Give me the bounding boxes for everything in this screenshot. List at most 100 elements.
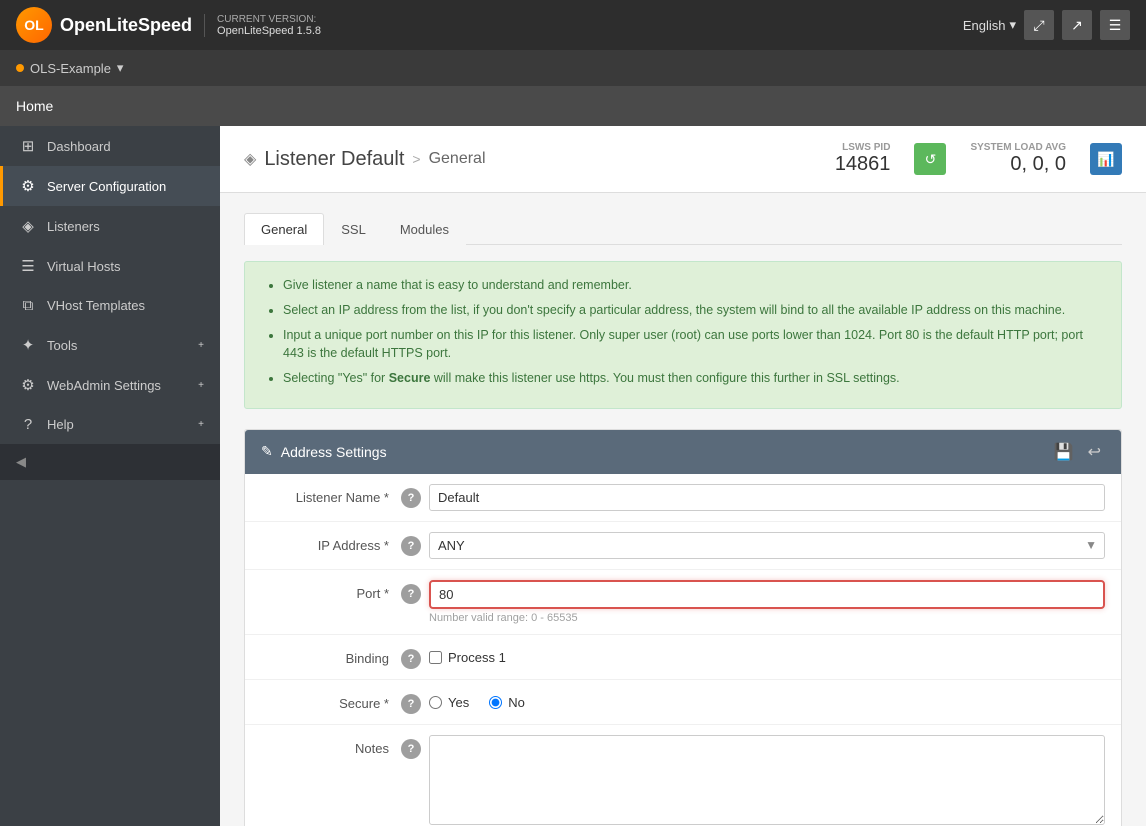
ip-address-row: IP Address * ? ANY ▼: [245, 522, 1121, 570]
help-icon-port[interactable]: ?: [401, 584, 421, 604]
tab-ssl[interactable]: SSL: [324, 213, 383, 245]
listener-name-input[interactable]: [429, 484, 1105, 511]
help-icon-ip-address[interactable]: ?: [401, 536, 421, 556]
secure-no-radio[interactable]: [489, 696, 502, 709]
help-icon-listener-name[interactable]: ?: [401, 488, 421, 508]
content-header: ◈ Listener Default > General LSWS PID 14…: [220, 126, 1146, 193]
listener-name-help: ?: [401, 484, 429, 508]
vhost-templates-icon: ⧉: [19, 297, 37, 314]
notes-label: Notes: [261, 735, 401, 756]
back-button[interactable]: ↩: [1084, 440, 1105, 464]
ip-address-select[interactable]: ANY: [429, 532, 1105, 559]
sidebar-item-vhost-templates[interactable]: ⧉ VHost Templates: [0, 286, 220, 325]
tabs: General SSL Modules: [244, 213, 1122, 245]
port-hint: Number valid range: 0 - 65535: [429, 612, 1105, 624]
binding-checkbox[interactable]: [429, 651, 442, 664]
ip-address-label: IP Address *: [261, 532, 401, 553]
secure-row: Secure * ? Yes No: [245, 680, 1121, 725]
edit-icon: ✎: [261, 443, 273, 460]
instance-bar: OLS-Example ▾: [0, 50, 1146, 86]
layout: ⊞ Dashboard ⚙ Server Configuration ◈ Lis…: [0, 126, 1146, 826]
sidebar: ⊞ Dashboard ⚙ Server Configuration ◈ Lis…: [0, 126, 220, 826]
tools-icon: ✦: [19, 336, 37, 354]
logo-text: OpenLiteSpeed: [60, 15, 192, 36]
instance-dot: [16, 64, 24, 72]
logo-icon: OL: [16, 7, 52, 43]
info-item-1: Give listener a name that is easy to und…: [283, 276, 1103, 295]
version-info: Current Version: OpenLiteSpeed 1.5.8: [204, 14, 321, 37]
binding-control: Process 1: [429, 645, 1105, 665]
secure-control: Yes No: [429, 690, 1105, 710]
restart-button[interactable]: ↺: [914, 143, 946, 175]
sidebar-item-help[interactable]: ? Help +: [0, 405, 220, 444]
sidebar-item-listeners[interactable]: ◈ Listeners: [0, 206, 220, 246]
notes-help: ?: [401, 735, 429, 759]
port-help: ?: [401, 580, 429, 604]
secure-label: Secure *: [261, 690, 401, 711]
listener-name-control: [429, 484, 1105, 511]
ip-address-help: ?: [401, 532, 429, 556]
binding-help: ?: [401, 645, 429, 669]
help-icon-secure[interactable]: ?: [401, 694, 421, 714]
listener-name-label: Listener Name *: [261, 484, 401, 505]
secure-help: ?: [401, 690, 429, 714]
listener-name-row: Listener Name * ?: [245, 474, 1121, 522]
server-config-icon: ⚙: [19, 177, 37, 195]
secure-yes-label[interactable]: Yes: [429, 695, 469, 710]
dashboard-icon: ⊞: [19, 137, 37, 155]
nav-home[interactable]: Home: [16, 98, 53, 114]
topbar: OL OpenLiteSpeed Current Version: OpenLi…: [0, 0, 1146, 50]
secure-radio-group: Yes No: [429, 690, 1105, 710]
system-load-block: SYSTEM LOAD AVG 0, 0, 0: [970, 142, 1066, 176]
sidebar-item-tools[interactable]: ✦ Tools +: [0, 325, 220, 365]
form-section-title: ✎ Address Settings: [261, 443, 387, 460]
navbar: Home: [0, 86, 1146, 126]
binding-checkbox-label[interactable]: Process 1: [429, 645, 1105, 665]
external-link-button[interactable]: ↗: [1062, 10, 1092, 40]
notes-row: Notes ?: [245, 725, 1121, 826]
port-control: Number valid range: 0 - 65535: [429, 580, 1105, 624]
secure-no-label[interactable]: No: [489, 695, 525, 710]
info-box: Give listener a name that is easy to und…: [244, 261, 1122, 409]
port-row: Port * ? Number valid range: 0 - 65535: [245, 570, 1121, 635]
content-body: General SSL Modules Give listener a name…: [220, 193, 1146, 826]
info-item-2: Select an IP address from the list, if y…: [283, 301, 1103, 320]
save-button[interactable]: 💾: [1050, 440, 1078, 464]
sidebar-item-server-configuration[interactable]: ⚙ Server Configuration: [0, 166, 220, 206]
info-item-3: Input a unique port number on this IP fo…: [283, 326, 1103, 364]
form-section-actions: 💾 ↩: [1050, 440, 1105, 464]
chart-button[interactable]: 📊: [1090, 143, 1122, 175]
stats-area: LSWS PID 14861 ↺ SYSTEM LOAD AVG 0, 0, 0…: [835, 142, 1122, 176]
fullscreen-button[interactable]: ⤢: [1024, 10, 1054, 40]
help-icon-notes[interactable]: ?: [401, 739, 421, 759]
port-label: Port *: [261, 580, 401, 601]
sidebar-collapse-btn[interactable]: ◀: [0, 444, 220, 480]
binding-row: Binding ? Process 1: [245, 635, 1121, 680]
ip-address-select-wrap: ANY ▼: [429, 532, 1105, 559]
help-icon-binding[interactable]: ?: [401, 649, 421, 669]
listeners-icon: ◈: [19, 217, 37, 235]
port-input[interactable]: [429, 580, 1105, 609]
topbar-left: OL OpenLiteSpeed Current Version: OpenLi…: [16, 7, 321, 43]
notes-control: [429, 735, 1105, 826]
lsws-pid-block: LSWS PID 14861: [835, 142, 891, 176]
instance-selector[interactable]: OLS-Example ▾: [16, 60, 123, 76]
sidebar-item-dashboard[interactable]: ⊞ Dashboard: [0, 126, 220, 166]
sidebar-item-webadmin-settings[interactable]: ⚙ WebAdmin Settings +: [0, 365, 220, 405]
breadcrumb: ◈ Listener Default > General: [244, 148, 486, 171]
virtual-hosts-icon: ☰: [19, 257, 37, 275]
menu-button[interactable]: ☰: [1100, 10, 1130, 40]
secure-yes-radio[interactable]: [429, 696, 442, 709]
breadcrumb-icon: ◈: [244, 149, 256, 169]
help-arrow: +: [198, 419, 204, 430]
help-icon: ?: [19, 416, 37, 433]
form-section-header: ✎ Address Settings 💾 ↩: [245, 430, 1121, 474]
tab-modules[interactable]: Modules: [383, 213, 466, 245]
tab-general[interactable]: General: [244, 213, 324, 245]
main-content: ◈ Listener Default > General LSWS PID 14…: [220, 126, 1146, 826]
sidebar-item-virtual-hosts[interactable]: ☰ Virtual Hosts: [0, 246, 220, 286]
notes-textarea[interactable]: [429, 735, 1105, 825]
tools-arrow: +: [198, 340, 204, 351]
address-settings-section: ✎ Address Settings 💾 ↩ Listener Name * ?: [244, 429, 1122, 826]
language-selector[interactable]: English ▾: [963, 17, 1016, 33]
